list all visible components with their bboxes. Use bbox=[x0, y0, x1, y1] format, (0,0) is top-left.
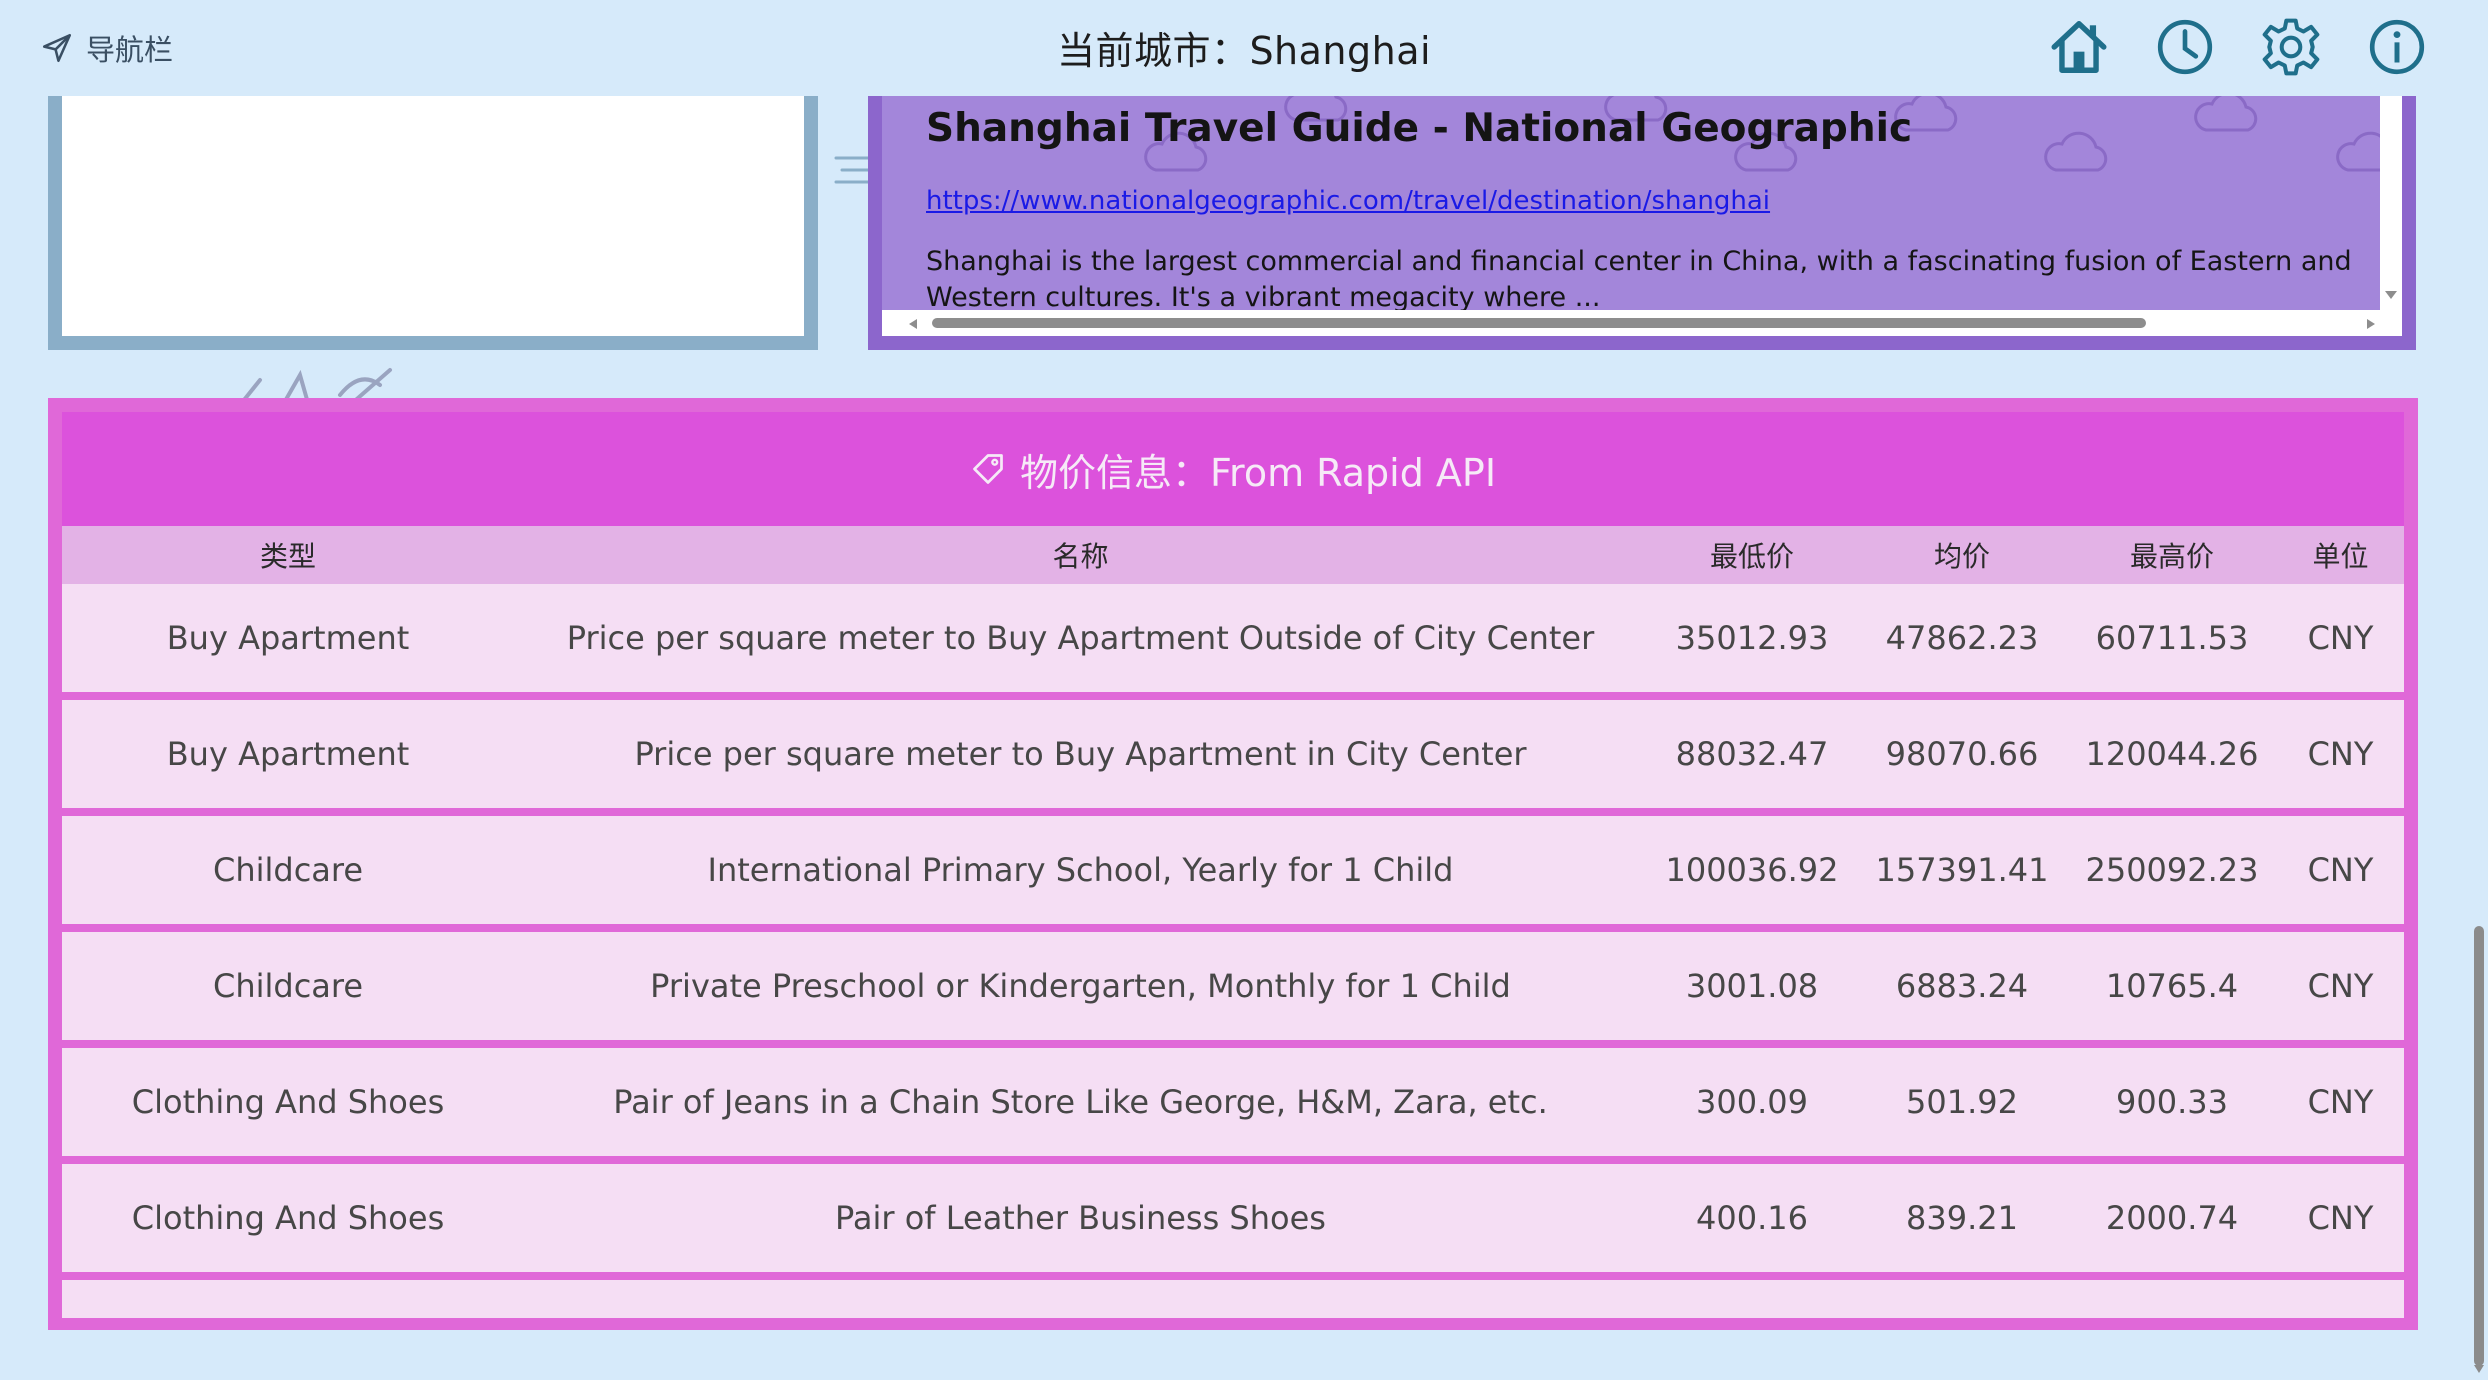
table-row[interactable]: Clothing And Shoes Pair of Jeans in a Ch… bbox=[62, 1048, 2404, 1164]
scroll-right-arrow-icon[interactable] bbox=[2366, 318, 2376, 330]
travel-guide-scroll-area[interactable]: Shanghai Travel Guide - National Geograp… bbox=[882, 80, 2380, 310]
guide-title: Shanghai Travel Guide - National Geograp… bbox=[926, 106, 1913, 151]
cell-unit: CNY bbox=[2277, 1164, 2404, 1280]
cell-type: Childcare bbox=[62, 816, 514, 932]
cell-max-price: 120044.26 bbox=[2067, 700, 2277, 816]
history-clock-icon[interactable] bbox=[2154, 16, 2216, 78]
column-header-max-price[interactable]: 最高价 bbox=[2067, 526, 2277, 584]
scroll-down-arrow-icon[interactable] bbox=[2384, 290, 2398, 300]
home-icon[interactable] bbox=[2048, 16, 2110, 78]
cell-type: Clothing And Shoes bbox=[62, 1164, 514, 1280]
table-row[interactable]: Clothing And Shoes Pair of Leather Busin… bbox=[62, 1164, 2404, 1280]
top-bar: 导航栏 当前城市：Shanghai bbox=[0, 0, 2488, 96]
table-row[interactable]: Childcare Private Preschool or Kindergar… bbox=[62, 932, 2404, 1048]
settings-gear-icon[interactable] bbox=[2260, 16, 2322, 78]
cell-min-price: 400.16 bbox=[1647, 1164, 1857, 1280]
cell-name: Pair of Leather Business Shoes bbox=[514, 1164, 1647, 1280]
cell-name: Price per square meter to Buy Apartment … bbox=[514, 700, 1647, 816]
price-panel-title: 物价信息：From Rapid API bbox=[1019, 450, 1497, 495]
cell-min-price: 88032.47 bbox=[1647, 700, 1857, 816]
scroll-left-arrow-icon[interactable] bbox=[908, 318, 918, 330]
table-row[interactable]: Buy Apartment Price per square meter to … bbox=[62, 700, 2404, 816]
cell-max-price: 900.33 bbox=[2067, 1048, 2277, 1164]
column-header-avg-price[interactable]: 均价 bbox=[1857, 526, 2067, 584]
horizontal-scroll-thumb[interactable] bbox=[932, 318, 2146, 328]
price-panel-header: 物价信息：From Rapid API bbox=[62, 412, 2404, 526]
cell-type: Clothing And Shoes bbox=[62, 1048, 514, 1164]
price-tag-icon bbox=[973, 454, 1003, 484]
cell-name: Pair of Jeans in a Chain Store Like Geor… bbox=[514, 1048, 1647, 1164]
cell-max-price: 60711.53 bbox=[2067, 584, 2277, 700]
column-header-type[interactable]: 类型 bbox=[62, 526, 514, 584]
guide-description: Shanghai is the largest commercial and f… bbox=[926, 246, 2352, 310]
app-window: 导航栏 当前城市：Shanghai Shanghai Travel Guide … bbox=[0, 0, 2488, 1380]
guide-vertical-scrollbar[interactable] bbox=[2380, 80, 2402, 310]
price-info-panel: 物价信息：From Rapid API 类型 名称 最低价 均价 最高价 单位 bbox=[48, 398, 2418, 1330]
cell-unit: CNY bbox=[2277, 932, 2404, 1048]
cell-name: International Primary School, Yearly for… bbox=[514, 816, 1647, 932]
map-card bbox=[48, 80, 818, 350]
cell-avg-price: 839.21 bbox=[1857, 1164, 2067, 1280]
cell-type: Buy Apartment bbox=[62, 584, 514, 700]
column-header-unit[interactable]: 单位 bbox=[2277, 526, 2404, 584]
toolbar-icons bbox=[2048, 16, 2428, 78]
cell-max-price: 2000.74 bbox=[2067, 1164, 2277, 1280]
cell-name: Price per square meter to Buy Apartment … bbox=[514, 584, 1647, 700]
cloud-decoration-icon bbox=[2044, 131, 2108, 172]
guide-link[interactable]: https://www.nationalgeographic.com/trave… bbox=[926, 186, 1770, 216]
cell-type: Buy Apartment bbox=[62, 700, 514, 816]
cell-type: Childcare bbox=[62, 932, 514, 1048]
table-row[interactable]: Childcare International Primary School, … bbox=[62, 816, 2404, 932]
page-vertical-scrollbar[interactable] bbox=[2468, 96, 2488, 1380]
cell-unit: CNY bbox=[2277, 816, 2404, 932]
guide-horizontal-scrollbar[interactable] bbox=[882, 310, 2402, 336]
column-header-name[interactable]: 名称 bbox=[514, 526, 1647, 584]
cell-min-price: 3001.08 bbox=[1647, 932, 1857, 1048]
cell-min-price: 35012.93 bbox=[1647, 584, 1857, 700]
price-table: 类型 名称 最低价 均价 最高价 单位 Buy Apartment Price … bbox=[62, 526, 2404, 1280]
cell-unit: CNY bbox=[2277, 584, 2404, 700]
cell-avg-price: 6883.24 bbox=[1857, 932, 2067, 1048]
page-scroll-thumb[interactable] bbox=[2474, 926, 2484, 1366]
table-row[interactable]: Buy Apartment Price per square meter to … bbox=[62, 584, 2404, 700]
cell-unit: CNY bbox=[2277, 1048, 2404, 1164]
cell-avg-price: 47862.23 bbox=[1857, 584, 2067, 700]
cell-avg-price: 98070.66 bbox=[1857, 700, 2067, 816]
cloud-decoration-icon bbox=[2336, 131, 2380, 172]
cell-min-price: 300.09 bbox=[1647, 1048, 1857, 1164]
scroll-down-arrow-icon[interactable] bbox=[2473, 1364, 2485, 1374]
table-row-partial bbox=[62, 1280, 2404, 1318]
cloud-decoration-icon bbox=[2194, 91, 2258, 132]
cell-max-price: 250092.23 bbox=[2067, 816, 2277, 932]
info-icon[interactable] bbox=[2366, 16, 2428, 78]
cell-avg-price: 501.92 bbox=[1857, 1048, 2067, 1164]
column-header-min-price[interactable]: 最低价 bbox=[1647, 526, 1857, 584]
table-header-row: 类型 名称 最低价 均价 最高价 单位 bbox=[62, 526, 2404, 584]
cell-name: Private Preschool or Kindergarten, Month… bbox=[514, 932, 1647, 1048]
travel-guide-card: Shanghai Travel Guide - National Geograp… bbox=[868, 80, 2416, 350]
cell-avg-price: 157391.41 bbox=[1857, 816, 2067, 932]
cell-max-price: 10765.4 bbox=[2067, 932, 2277, 1048]
cell-unit: CNY bbox=[2277, 700, 2404, 816]
cell-min-price: 100036.92 bbox=[1647, 816, 1857, 932]
